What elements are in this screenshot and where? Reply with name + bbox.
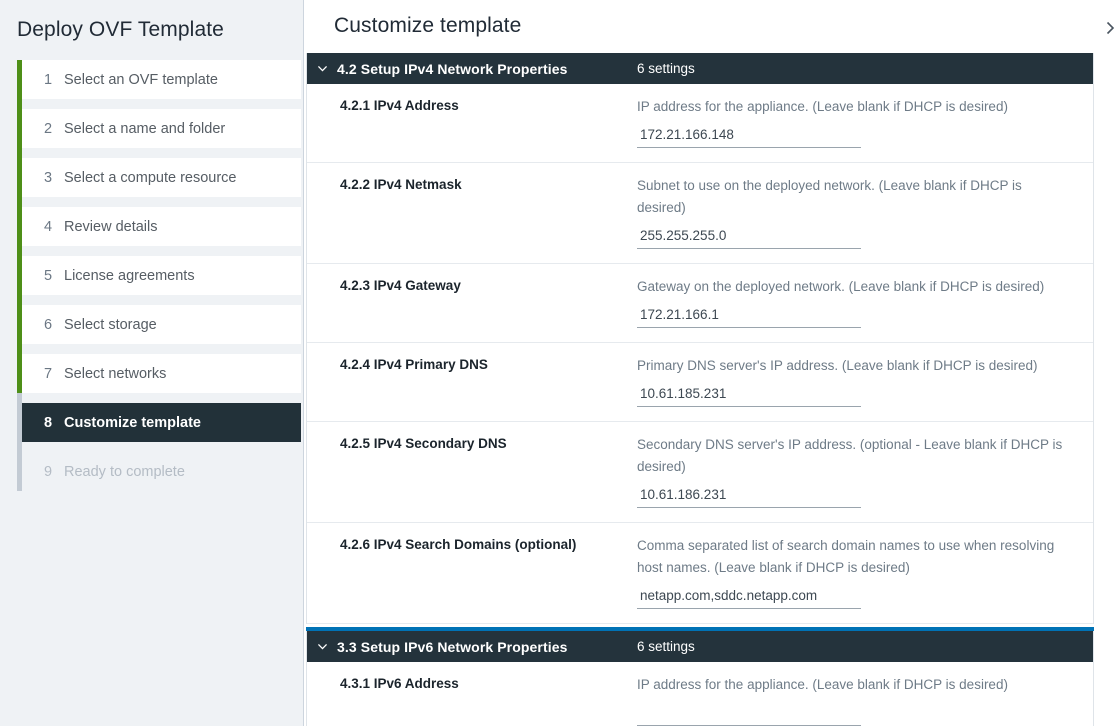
property-description: IP address for the appliance. (Leave bla… bbox=[637, 674, 1065, 696]
property-label: 4.2.3 IPv4 Gateway bbox=[307, 276, 637, 328]
property-row: 4.2.2 IPv4 NetmaskSubnet to use on the d… bbox=[307, 163, 1093, 264]
property-label: 4.2.6 IPv4 Search Domains (optional) bbox=[307, 535, 637, 609]
step-label: Select a name and folder bbox=[64, 121, 225, 137]
sidebar-step-customize-template[interactable]: 8Customize template bbox=[22, 403, 301, 442]
property-label: 4.2.4 IPv4 Primary DNS bbox=[307, 355, 637, 407]
settings-list: 4.2 Setup IPv4 Network Properties6 setti… bbox=[306, 53, 1094, 726]
wizard-steps: 1Select an OVF template 2Select a name an… bbox=[0, 60, 303, 491]
property-row: 4.2.1 IPv4 AddressIP address for the app… bbox=[307, 84, 1093, 163]
property-row: 4.2.6 IPv4 Search Domains (optional)Comm… bbox=[307, 523, 1093, 624]
section-header-ipv4[interactable]: 4.2 Setup IPv4 Network Properties6 setti… bbox=[307, 53, 1093, 84]
sidebar-step-select-networks[interactable]: 7Select networks bbox=[22, 354, 301, 393]
property-input[interactable] bbox=[637, 701, 861, 726]
property-input[interactable] bbox=[637, 483, 861, 508]
property-label: 4.2.5 IPv4 Secondary DNS bbox=[307, 434, 637, 508]
step-number: 8 bbox=[44, 415, 64, 431]
step-number: 5 bbox=[44, 268, 64, 284]
section-title: 3.3 Setup IPv6 Network Properties bbox=[337, 639, 637, 655]
property-description: Gateway on the deployed network. (Leave … bbox=[637, 276, 1065, 298]
step-label: License agreements bbox=[64, 268, 195, 284]
property-body: Secondary DNS server's IP address. (opti… bbox=[637, 434, 1093, 508]
section-settings-count: 6 settings bbox=[637, 61, 695, 76]
step-number: 3 bbox=[44, 170, 64, 186]
property-body: IP address for the appliance. (Leave bla… bbox=[637, 96, 1093, 148]
step-label: Customize template bbox=[64, 415, 201, 431]
property-body: Comma separated list of search domain na… bbox=[637, 535, 1093, 609]
property-label: 4.2.2 IPv4 Netmask bbox=[307, 175, 637, 249]
property-input[interactable] bbox=[637, 123, 861, 148]
property-row: 4.2.3 IPv4 GatewayGateway on the deploye… bbox=[307, 264, 1093, 343]
property-input[interactable] bbox=[637, 303, 861, 328]
step-number: 7 bbox=[44, 366, 64, 382]
property-label: 4.2.1 IPv4 Address bbox=[307, 96, 637, 148]
settings-section-ipv4: 4.2 Setup IPv4 Network Properties6 setti… bbox=[306, 53, 1094, 624]
chevron-down-icon[interactable] bbox=[307, 640, 337, 653]
property-description: Primary DNS server's IP address. (Leave … bbox=[637, 355, 1065, 377]
property-description: Comma separated list of search domain na… bbox=[637, 535, 1065, 579]
sidebar-step-select-a-compute-resource[interactable]: 3Select a compute resource bbox=[22, 158, 301, 197]
deploy-ovf-wizard: Deploy OVF Template 1Select an OVF templ… bbox=[0, 0, 1116, 726]
wizard-sidebar: Deploy OVF Template 1Select an OVF templ… bbox=[0, 0, 304, 726]
property-body: IP address for the appliance. (Leave bla… bbox=[637, 674, 1093, 726]
step-number: 2 bbox=[44, 121, 64, 137]
section-header-ipv6[interactable]: 3.3 Setup IPv6 Network Properties6 setti… bbox=[307, 631, 1093, 662]
property-body: Gateway on the deployed network. (Leave … bbox=[637, 276, 1093, 328]
sidebar-step-ready-to-complete: 9Ready to complete bbox=[22, 452, 301, 491]
chevron-down-icon[interactable] bbox=[307, 62, 337, 75]
page-title: Customize template bbox=[304, 0, 1116, 38]
property-description: Secondary DNS server's IP address. (opti… bbox=[637, 434, 1065, 478]
property-description: IP address for the appliance. (Leave bla… bbox=[637, 96, 1065, 118]
sidebar-step-select-a-name-and-folder[interactable]: 2Select a name and folder bbox=[22, 109, 301, 148]
step-number: 4 bbox=[44, 219, 64, 235]
property-description: Subnet to use on the deployed network. (… bbox=[637, 175, 1065, 219]
step-label: Ready to complete bbox=[64, 464, 185, 480]
property-row: 4.2.4 IPv4 Primary DNSPrimary DNS server… bbox=[307, 343, 1093, 422]
step-label: Select a compute resource bbox=[64, 170, 236, 186]
property-row: 4.2.5 IPv4 Secondary DNSSecondary DNS se… bbox=[307, 422, 1093, 523]
main-content: Customize template 4.2 Setup IPv4 Networ… bbox=[304, 0, 1116, 726]
section-title: 4.2 Setup IPv4 Network Properties bbox=[337, 61, 637, 77]
step-label: Review details bbox=[64, 219, 158, 235]
property-body: Primary DNS server's IP address. (Leave … bbox=[637, 355, 1093, 407]
property-input[interactable] bbox=[637, 224, 861, 249]
section-settings-count: 6 settings bbox=[637, 639, 695, 654]
step-label: Select networks bbox=[64, 366, 166, 382]
step-number: 9 bbox=[44, 464, 64, 480]
property-input[interactable] bbox=[637, 382, 861, 407]
sidebar-step-select-storage[interactable]: 6Select storage bbox=[22, 305, 301, 344]
chevron-right-icon[interactable] bbox=[1102, 20, 1116, 36]
step-number: 6 bbox=[44, 317, 64, 333]
sidebar-step-select-an-ovf-template[interactable]: 1Select an OVF template bbox=[22, 60, 301, 99]
property-label: 4.3.1 IPv6 Address bbox=[307, 674, 637, 726]
step-number: 1 bbox=[44, 72, 64, 88]
step-label: Select an OVF template bbox=[64, 72, 218, 88]
wizard-title: Deploy OVF Template bbox=[0, 0, 303, 42]
step-label: Select storage bbox=[64, 317, 157, 333]
property-body: Subnet to use on the deployed network. (… bbox=[637, 175, 1093, 249]
property-row: 4.3.1 IPv6 AddressIP address for the app… bbox=[307, 662, 1093, 726]
property-input[interactable] bbox=[637, 584, 861, 609]
settings-section-ipv6: 3.3 Setup IPv6 Network Properties6 setti… bbox=[306, 631, 1094, 726]
sidebar-step-license-agreements[interactable]: 5License agreements bbox=[22, 256, 301, 295]
sidebar-step-review-details[interactable]: 4Review details bbox=[22, 207, 301, 246]
